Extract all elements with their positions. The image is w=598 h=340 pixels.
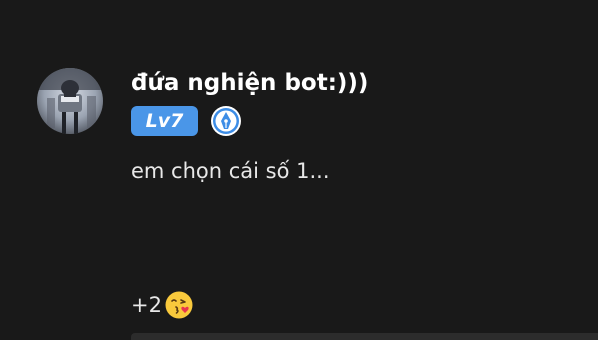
comment-item: đứa nghiện bot:))) Lv7 em chọn cái số 1.…	[0, 0, 598, 340]
avatar[interactable]	[37, 68, 103, 134]
face-blowing-kiss-icon	[165, 291, 193, 319]
author-name[interactable]: đứa nghiện bot:)))	[131, 66, 368, 100]
author-badges: Lv7	[131, 105, 242, 137]
avatar-photo	[37, 68, 103, 134]
fountain-pen-icon	[211, 106, 241, 136]
reply-bar	[131, 333, 598, 340]
level-badge: Lv7	[131, 106, 198, 136]
reaction-summary[interactable]: +2	[131, 288, 194, 322]
reaction-count: +2	[131, 293, 162, 317]
comment-text: em chọn cái số 1...	[131, 159, 330, 183]
